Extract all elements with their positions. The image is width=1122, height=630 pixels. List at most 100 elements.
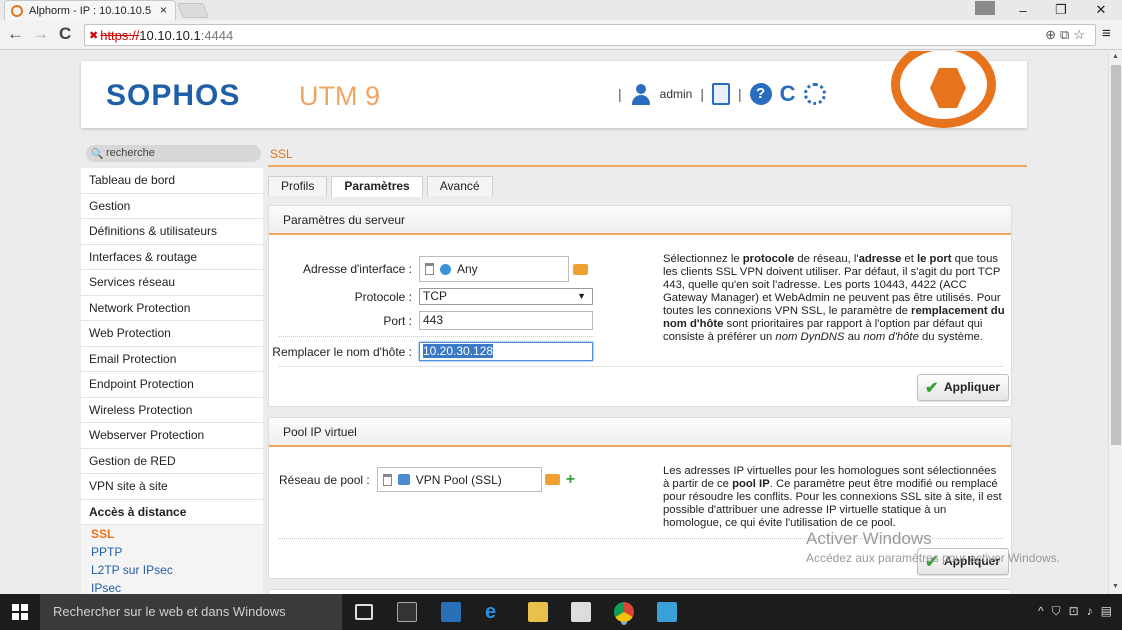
url-scheme: https://: [100, 27, 140, 43]
refresh-icon[interactable]: C: [780, 83, 796, 105]
scrollbar-thumb[interactable]: [1111, 65, 1121, 445]
sidebar-item[interactable]: Endpoint Protection: [81, 372, 263, 398]
sidebar-item[interactable]: Web Protection: [81, 321, 263, 347]
server-apply-button[interactable]: ✔ Appliquer: [917, 374, 1009, 401]
new-tab-button[interactable]: [177, 3, 209, 18]
sidebar-item[interactable]: Services réseau: [81, 270, 263, 296]
volume-icon[interactable]: ♪: [1087, 604, 1093, 619]
server-help-text: Sélectionnez le protocole de réseau, l'a…: [663, 253, 1005, 344]
separator: |: [737, 86, 742, 102]
back-button[interactable]: ←: [7, 24, 24, 44]
powershell-icon[interactable]: [441, 602, 461, 622]
tab-profiles[interactable]: Profils: [268, 176, 328, 196]
page-scrollbar[interactable]: ▲ ▼: [1108, 51, 1122, 594]
menu-search[interactable]: 🔍 recherche: [86, 145, 261, 162]
pool-network-label: Réseau de pool :: [279, 472, 370, 487]
sidebar-item[interactable]: Network Protection: [81, 295, 263, 321]
sidebar-item[interactable]: Webserver Protection: [81, 423, 263, 449]
taskbar-search[interactable]: Rechercher sur le web et dans Windows: [40, 594, 342, 630]
subnav-item-pptp[interactable]: PPTP: [81, 543, 263, 561]
folder-icon[interactable]: [573, 263, 588, 275]
alphorm-favicon-icon: [11, 4, 23, 17]
sophos-hex-badge-icon: [891, 51, 996, 128]
sidebar-item[interactable]: Interfaces & routage: [81, 244, 263, 270]
sidebar-item[interactable]: Email Protection: [81, 346, 263, 372]
search-icon: 🔍: [91, 149, 104, 160]
browser-titlebar: Alphorm - IP : 10.10.10.5 × – ❐ ✕: [0, 0, 1122, 20]
browser-menu-icon[interactable]: ≡: [1102, 25, 1111, 42]
interface-dropzone[interactable]: Any: [419, 256, 569, 282]
close-window-button[interactable]: ✕: [1082, 0, 1120, 20]
hostname-value: 10.20.30.128: [423, 344, 494, 358]
forward-button[interactable]: →: [32, 24, 49, 44]
system-tray: ^ ⛉ ⊡ ♪ ▤: [1038, 604, 1112, 619]
translate-icon[interactable]: ⧉: [1060, 27, 1069, 43]
sidebar-item[interactable]: Gestion de RED: [81, 448, 263, 474]
sidebar-item-remote-access[interactable]: Accès à distance: [81, 499, 263, 525]
subnav-item-ipsec[interactable]: IPsec: [81, 579, 263, 594]
defender-icon[interactable]: ⛉: [1052, 604, 1061, 619]
tab-advanced[interactable]: Avancé: [426, 176, 493, 196]
help-text-part: Sélectionnez le: [663, 253, 743, 265]
apply-label: Appliquer: [944, 380, 1000, 394]
sidebar-item[interactable]: Wireless Protection: [81, 397, 263, 423]
scroll-down-icon[interactable]: ▼: [1112, 583, 1119, 590]
remote-desktop-icon[interactable]: [657, 602, 677, 622]
network-globe-icon: [440, 263, 451, 275]
file-explorer-icon[interactable]: [528, 602, 548, 622]
help-text-bold: adresse: [858, 253, 902, 265]
address-bar[interactable]: ✖ https:// 10.10.10.1 :4444 ⊕ ⧉ ☆: [84, 24, 1096, 46]
subnav-item-ssl[interactable]: SSL: [81, 525, 263, 543]
sidebar-item[interactable]: VPN site à site: [81, 474, 263, 500]
port-input[interactable]: 443: [419, 311, 593, 330]
network-pool-icon: [397, 474, 410, 485]
calculator-icon[interactable]: [571, 602, 591, 622]
tab-settings[interactable]: Paramètres: [331, 176, 423, 197]
hostname-input[interactable]: 10.20.30.128: [419, 342, 593, 361]
port-label: Port :: [383, 313, 412, 328]
bookmark-star-icon[interactable]: ☆: [1073, 27, 1085, 43]
windows-start-icon[interactable]: [12, 604, 28, 620]
trash-icon[interactable]: [382, 473, 392, 486]
notifications-icon[interactable]: ▤: [1101, 604, 1112, 619]
sidebar-item[interactable]: Tableau de bord: [81, 168, 263, 194]
zoom-icon[interactable]: ⊕: [1045, 27, 1056, 43]
windows-activation-subtitle: Accédez aux paramètres pour activer Wind…: [806, 551, 1061, 565]
separator: |: [700, 86, 704, 102]
browser-tab[interactable]: Alphorm - IP : 10.10.10.5 ×: [4, 0, 176, 20]
profile-icon[interactable]: [975, 1, 995, 15]
hostname-row: Remplacer le nom d'hôte : 10.20.30.128: [269, 342, 593, 361]
help-text-part: et: [901, 253, 917, 265]
trash-icon[interactable]: [425, 263, 434, 275]
scroll-up-icon[interactable]: ▲: [1112, 53, 1119, 60]
add-icon[interactable]: +: [566, 471, 575, 489]
user-icon[interactable]: [630, 83, 652, 105]
username[interactable]: admin: [660, 87, 693, 101]
task-view-icon[interactable]: [355, 604, 373, 620]
protocol-value: TCP: [423, 289, 447, 303]
protocol-label: Protocole :: [354, 289, 412, 304]
edge-icon[interactable]: e: [485, 602, 505, 622]
sidebar-item[interactable]: Définitions & utilisateurs: [81, 219, 263, 245]
tab-close-icon[interactable]: ×: [160, 3, 167, 17]
pool-help-text: Les adresses IP virtuelles pour les homo…: [663, 465, 1005, 530]
chrome-icon[interactable]: [614, 602, 634, 622]
help-icon[interactable]: ?: [749, 83, 772, 105]
network-icon[interactable]: ⊡: [1069, 604, 1079, 619]
tray-chevron-icon[interactable]: ^: [1038, 604, 1044, 619]
header-tools: | admin | | ? C: [618, 83, 826, 105]
folder-icon[interactable]: [544, 474, 560, 485]
protocol-select[interactable]: TCP ▼: [419, 288, 593, 305]
sidebar-item[interactable]: Gestion: [81, 193, 263, 219]
hostname-label: Remplacer le nom d'hôte :: [272, 344, 412, 359]
terminal-icon[interactable]: [397, 602, 417, 622]
minimize-button[interactable]: –: [1004, 0, 1042, 20]
interface-label: Adresse d'interface :: [302, 262, 412, 276]
pool-network-dropzone[interactable]: VPN Pool (SSL): [376, 467, 542, 492]
subnav-item-l2tp[interactable]: L2TP sur IPsec: [81, 561, 263, 579]
search-placeholder: recherche: [106, 147, 155, 159]
maximize-button[interactable]: ❐: [1042, 0, 1080, 20]
document-icon[interactable]: [711, 83, 730, 105]
reload-button[interactable]: C: [59, 24, 71, 44]
omnibox-actions: ⊕ ⧉ ☆: [1045, 27, 1085, 43]
